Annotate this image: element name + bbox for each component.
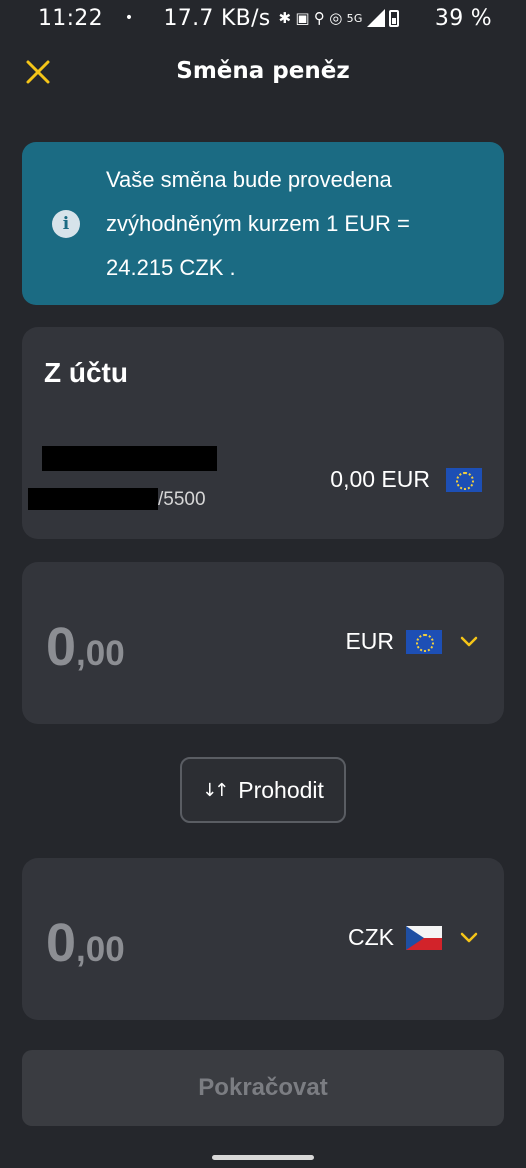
bluetooth-icon: ✱ — [278, 9, 292, 27]
eu-flag-icon — [406, 629, 442, 654]
sell-amount-input[interactable]: 0,00 — [46, 616, 125, 678]
page-title: Směna peněz — [176, 58, 350, 84]
sell-amount-card: 0,00 EUR — [22, 562, 504, 724]
chevron-down-icon — [460, 636, 478, 646]
app-header: Směna peněz — [0, 46, 526, 96]
chevron-down-icon — [460, 932, 478, 942]
buy-amount-input[interactable]: 0,00 — [46, 912, 125, 974]
account-bank-code: /5500 — [158, 489, 206, 510]
account-balance: 0,00 EUR — [330, 466, 482, 493]
swap-button[interactable]: ↓↑ Prohodit — [180, 757, 346, 823]
continue-button[interactable]: Pokračovat — [22, 1050, 504, 1126]
close-icon[interactable] — [24, 58, 52, 86]
location-icon: ⚲ — [313, 9, 326, 27]
network-speed: 17.7 KB/s — [163, 5, 271, 31]
eu-flag-icon — [446, 467, 482, 492]
sell-amount-decimal: ,00 — [76, 634, 125, 673]
status-icons: ✱ ▣ ⚲ ◎ 5G — [279, 9, 399, 27]
vibrate-icon: ▣ — [295, 9, 310, 27]
home-indicator[interactable] — [212, 1155, 314, 1160]
exchange-rate-banner: i Vaše směna bude provedena zvýhodněným … — [22, 142, 504, 305]
network-type: 5G — [346, 11, 363, 25]
redacted-account-name — [42, 446, 217, 471]
from-account-title: Z účtu — [44, 357, 128, 388]
buy-amount-card: 0,00 CZK — [22, 858, 504, 1020]
swap-icon: ↓↑ — [202, 779, 229, 801]
status-bar: 11:22 • 17.7 KB/s ✱ ▣ ⚲ ◎ 5G 39 % — [0, 0, 526, 36]
continue-button-label: Pokračovat — [198, 1074, 328, 1101]
signal-icon — [366, 9, 385, 27]
battery-percent: 39 % — [434, 5, 492, 31]
from-account-card[interactable]: Z účtu /5500 0,00 EUR — [22, 327, 504, 539]
status-time: 11:22 — [38, 5, 103, 31]
buy-amount-decimal: ,00 — [76, 930, 125, 969]
battery-icon — [388, 9, 399, 27]
swap-button-label: Prohodit — [238, 776, 324, 803]
buy-currency-select[interactable]: CZK — [348, 924, 480, 951]
buy-amount-integer: 0 — [46, 913, 77, 973]
sell-amount-integer: 0 — [46, 617, 77, 677]
redacted-account-number — [28, 488, 158, 510]
sell-currency-select[interactable]: EUR — [345, 628, 480, 655]
balance-value: 0,00 EUR — [330, 466, 430, 492]
sell-currency-code: EUR — [345, 628, 394, 654]
cz-flag-icon — [406, 925, 442, 950]
info-icon: i — [52, 209, 80, 238]
hotspot-icon: ◎ — [329, 9, 343, 27]
status-dot: • — [124, 10, 134, 26]
currency-exchange-screen: 11:22 • 17.7 KB/s ✱ ▣ ⚲ ◎ 5G 39 % Směna … — [0, 0, 526, 1168]
exchange-rate-text: Vaše směna bude provedena zvýhodněným ku… — [106, 166, 410, 280]
buy-currency-code: CZK — [348, 924, 394, 950]
